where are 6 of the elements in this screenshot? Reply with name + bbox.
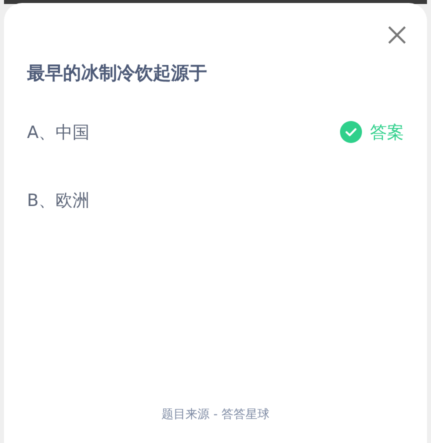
option-label[interactable]: A、中国: [27, 120, 90, 144]
option-label[interactable]: B、欧洲: [27, 188, 90, 212]
question-text: 最早的冰制冷饮起源于: [27, 62, 207, 85]
close-icon[interactable]: [387, 25, 407, 45]
source-text: 题目来源 - 答答星球: [162, 406, 270, 423]
answer-label: 答案: [370, 122, 404, 144]
